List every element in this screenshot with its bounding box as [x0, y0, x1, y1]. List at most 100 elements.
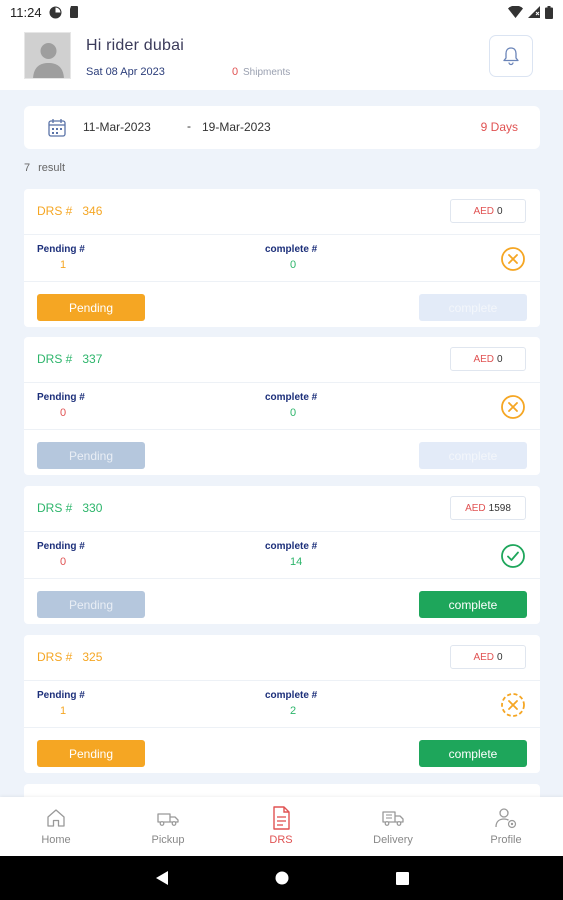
home-icon	[47, 809, 65, 827]
drs-value: 325	[82, 650, 103, 664]
drs-label: DRS #	[37, 501, 73, 515]
complete-value: 14	[290, 556, 303, 568]
drs-value: 346	[82, 204, 103, 218]
sim-card-icon	[69, 6, 78, 18]
divider	[24, 680, 540, 681]
drs-number: DRS # 346	[37, 204, 102, 218]
range-end-date: 19-Mar-2023	[202, 120, 271, 134]
pending-button[interactable]: Pending	[37, 294, 145, 321]
system-nav-bar	[0, 856, 563, 900]
nav-label: Pickup	[151, 834, 185, 846]
nav-label: Profile	[490, 834, 522, 846]
nav-pickup[interactable]: Pickup	[112, 797, 224, 856]
range-start-date: 11-Mar-2023	[83, 120, 151, 134]
avatar[interactable]	[24, 32, 71, 79]
notifications-button[interactable]	[489, 35, 533, 77]
complete-button[interactable]: complete	[419, 591, 527, 618]
complete-value: 0	[290, 259, 297, 271]
wifi-icon	[508, 6, 523, 18]
aed-label: AED	[473, 651, 494, 663]
aed-label: AED	[465, 502, 486, 514]
complete-label: complete #	[265, 244, 318, 255]
pending-button[interactable]: Pending	[37, 442, 145, 469]
bell-icon	[503, 47, 519, 66]
result-count: 7 result	[24, 162, 65, 174]
pending-button[interactable]: Pending	[37, 591, 145, 618]
drs-card[interactable]: DRS #337 AED 0 Pending # 0 complete # 0 P…	[24, 337, 540, 475]
header-date: Sat 08 Apr 2023	[86, 66, 165, 78]
divider	[24, 727, 540, 728]
aed-label: AED	[473, 205, 494, 217]
divider	[24, 234, 540, 235]
pending-value: 1	[60, 259, 67, 271]
user-settings-icon	[495, 808, 517, 829]
complete-value: 2	[290, 705, 297, 717]
date-range-selector[interactable]: 11-Mar-2023 - 19-Mar-2023 9 Days	[24, 106, 540, 149]
header: Hi rider dubai Sat 08 Apr 2023 0 Shipmen…	[0, 24, 563, 90]
home-circle-icon	[275, 871, 289, 885]
divider	[24, 382, 540, 383]
divider	[24, 531, 540, 532]
complete-button[interactable]: complete	[419, 442, 527, 469]
pending-label: Pending #	[37, 244, 85, 255]
drs-number: DRS # 330	[37, 501, 102, 515]
result-label: result	[38, 162, 66, 174]
complete-button[interactable]: complete	[419, 294, 527, 321]
recents-button[interactable]	[382, 856, 422, 900]
pickup-truck-icon	[157, 813, 179, 826]
range-days: 9 Days	[480, 120, 518, 134]
pending-value: 0	[60, 407, 67, 419]
signal-icon	[528, 6, 540, 18]
drs-label: DRS #	[37, 204, 73, 218]
aed-value: 0	[497, 205, 503, 217]
drs-label: DRS #	[37, 650, 73, 664]
aed-value: 0	[497, 651, 503, 663]
check-circle-icon	[501, 544, 525, 568]
pending-label: Pending #	[37, 690, 85, 701]
back-triangle-icon	[156, 871, 168, 885]
drs-number: DRS # 325	[37, 650, 102, 664]
home-button[interactable]	[262, 856, 302, 900]
nav-delivery[interactable]: Delivery	[337, 797, 449, 856]
pending-button[interactable]: Pending	[37, 740, 145, 767]
nav-label: DRS	[269, 834, 293, 846]
nav-drs[interactable]: DRS	[225, 797, 337, 856]
aed-amount: AED 1598	[450, 496, 526, 520]
nav-label: Home	[41, 834, 71, 846]
greeting: Hi rider dubai	[86, 37, 184, 54]
calendar-icon	[48, 119, 66, 137]
nav-home[interactable]: Home	[0, 797, 112, 856]
cancel-circle-icon	[501, 395, 525, 419]
back-button[interactable]	[142, 856, 182, 900]
aed-value: 0	[497, 353, 503, 365]
aed-amount: AED 0	[450, 347, 526, 371]
drs-card[interactable]: DRS # 325 AED 0 Pending # 1 complete # 2 P…	[24, 635, 540, 773]
drs-value: 337	[82, 352, 103, 366]
range-separator: -	[187, 119, 191, 133]
battery-icon	[545, 5, 553, 19]
recents-square-icon	[395, 871, 409, 885]
result-number: 7	[24, 162, 31, 174]
cancel-circle-icon	[501, 247, 525, 271]
drs-card[interactable]: DRS #346 AED 0 Pending # 1 complete # 0 P…	[24, 189, 540, 327]
aed-amount: AED 0	[450, 199, 526, 223]
complete-value: 0	[290, 407, 297, 419]
partial-cancel-circle-icon	[501, 693, 525, 717]
aed-label: AED	[473, 353, 494, 365]
shipments-label: Shipments	[243, 67, 291, 78]
complete-label: complete #	[265, 392, 318, 403]
pending-label: Pending #	[37, 392, 85, 403]
shipments-count: 0	[232, 66, 239, 78]
pending-value: 1	[60, 705, 67, 717]
pending-label: Pending #	[37, 541, 85, 552]
divider	[24, 281, 540, 282]
data-saver-icon	[49, 6, 62, 18]
nav-profile[interactable]: Profile	[450, 797, 562, 856]
delivery-truck-icon	[382, 811, 404, 826]
aed-value: 1598	[488, 502, 511, 514]
complete-label: complete #	[265, 541, 318, 552]
divider	[24, 578, 540, 579]
status-bar: 11:24	[0, 0, 563, 24]
drs-card[interactable]: DRS #330 AED 1598 Pending # 0 complete # …	[24, 486, 540, 624]
complete-button[interactable]: complete	[419, 740, 527, 767]
